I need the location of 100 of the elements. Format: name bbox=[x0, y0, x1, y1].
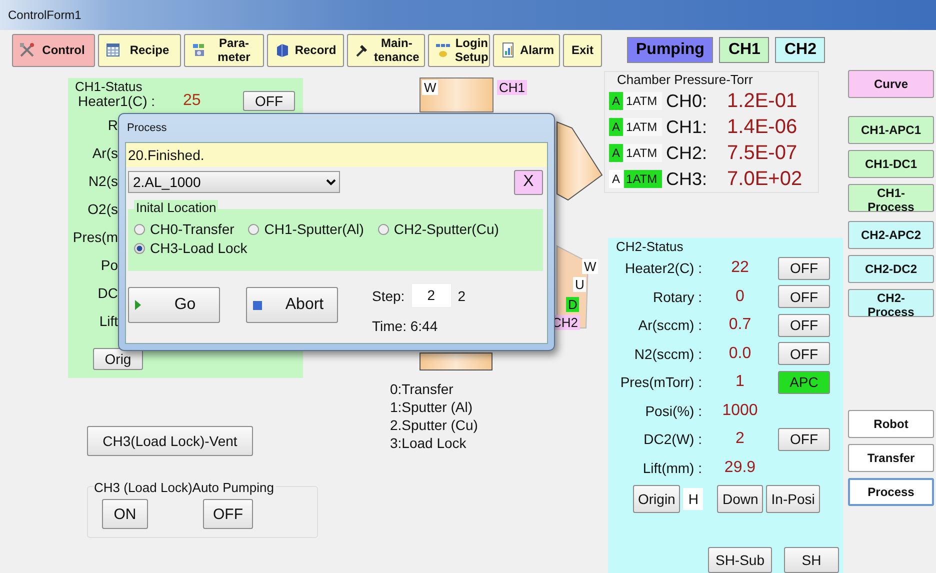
toolbar-tab[interactable]: Main- tenance bbox=[347, 34, 425, 66]
abort-button[interactable]: Abort bbox=[246, 287, 338, 323]
radio-button[interactable] bbox=[378, 224, 389, 234]
field-label: DC bbox=[98, 285, 118, 301]
field-label: R bbox=[108, 117, 118, 133]
toggle-button[interactable]: OFF bbox=[778, 285, 830, 308]
legend-text: 1:Sputter (Al) bbox=[390, 398, 474, 416]
recipe-dropdown[interactable]: 2.AL_1000 bbox=[128, 171, 340, 193]
side-button[interactable]: CH2-Process bbox=[848, 289, 934, 317]
shutter-button[interactable]: SH bbox=[784, 547, 839, 573]
field-label: Pres(mTorr) : bbox=[619, 374, 702, 390]
origin-button[interactable]: Origin bbox=[633, 485, 680, 513]
radio-button[interactable] bbox=[134, 224, 145, 234]
radio-button[interactable] bbox=[248, 224, 260, 234]
legend-text: 0:Transfer bbox=[390, 380, 454, 398]
toolbar-tab[interactable]: Para- meter bbox=[184, 34, 264, 66]
toggle-button[interactable]: OFF bbox=[778, 342, 830, 366]
field-label: Rotary : bbox=[652, 288, 702, 305]
status-indicator: 1ATM bbox=[624, 144, 662, 162]
toggle-button[interactable]: OFF bbox=[778, 428, 830, 451]
toggle-button[interactable]: OFF bbox=[778, 256, 830, 280]
origin-button[interactable]: Orig bbox=[93, 348, 143, 370]
field-label: Heater1(C) : bbox=[78, 93, 156, 109]
position-label: D bbox=[566, 297, 580, 312]
toggle-button[interactable]: OFF bbox=[243, 91, 295, 111]
group-title: Inital Location bbox=[134, 200, 218, 215]
legend-text: 3:Load Lock bbox=[390, 434, 468, 452]
toolbar-tab[interactable]: Record bbox=[267, 34, 344, 66]
toolbar-tab[interactable]: Recipe bbox=[98, 34, 181, 66]
side-button[interactable]: Process bbox=[848, 478, 934, 506]
mode-button[interactable]: Pumping bbox=[627, 37, 714, 63]
side-button[interactable]: CH1-DC1 bbox=[848, 150, 934, 178]
toolbar-tab[interactable]: Login Setup bbox=[428, 34, 490, 66]
status-indicator: A bbox=[609, 170, 624, 188]
radio-option[interactable]: CH2-Sputter(Cu) bbox=[378, 221, 499, 237]
legend-text: 2.Sputter (Cu) bbox=[390, 416, 479, 434]
toggle-button[interactable]: OFF bbox=[778, 314, 830, 337]
toolbar-tab[interactable]: Alarm bbox=[493, 34, 560, 66]
pressure-value: 7.0E+02 bbox=[727, 168, 802, 190]
group-title: Chamber Pressure-Torr bbox=[617, 72, 754, 88]
play-icon bbox=[135, 300, 141, 310]
section-title: CH1-Status bbox=[75, 80, 144, 93]
status-indicator: 1ATM bbox=[624, 170, 662, 188]
step-field[interactable]: 2 bbox=[410, 283, 452, 308]
radio-option[interactable]: CH1-Sputter(Al) bbox=[248, 221, 364, 237]
field-label: Ar(sccm) : bbox=[637, 317, 702, 334]
side-button[interactable]: Transfer bbox=[848, 444, 934, 472]
radio-button[interactable] bbox=[134, 242, 145, 254]
go-button[interactable]: Go bbox=[128, 287, 220, 323]
pressure-value: 1.2E-01 bbox=[727, 90, 798, 112]
field-label: Heater2(C) : bbox=[624, 260, 702, 276]
elapsed-time: Time: 6:44 bbox=[372, 318, 439, 334]
side-button[interactable]: CH2-DC2 bbox=[848, 255, 934, 283]
hammer-icon bbox=[354, 42, 370, 58]
network-icon bbox=[435, 42, 451, 58]
toggle-button[interactable]: APC bbox=[778, 370, 830, 394]
shutter-button[interactable]: SH-Sub bbox=[708, 547, 772, 573]
radio-option[interactable]: CH0-Transfer bbox=[134, 221, 234, 237]
side-button[interactable]: CH1-Process bbox=[848, 184, 934, 212]
status-message: 20.Finished. bbox=[126, 143, 547, 167]
side-button[interactable]: CH1-APC1 bbox=[848, 116, 934, 144]
field-label: Pres(m bbox=[72, 229, 118, 245]
status-indicator: A bbox=[609, 144, 624, 162]
side-button[interactable]: Robot bbox=[848, 410, 934, 438]
gauge-label: CH3: bbox=[666, 168, 708, 190]
down-button[interactable]: Down bbox=[717, 485, 764, 513]
radio-option[interactable]: CH3-Load Lock bbox=[134, 240, 248, 256]
close-button[interactable]: X bbox=[514, 170, 543, 194]
book-icon bbox=[274, 42, 290, 58]
field-value: 0.7 bbox=[728, 316, 752, 334]
chamber-label: W bbox=[422, 80, 438, 95]
field-label: Lift(mm) : bbox=[642, 460, 702, 476]
mode-button[interactable]: CH1 bbox=[719, 37, 770, 63]
in-position-button[interactable]: In-Posi bbox=[766, 485, 820, 513]
status-indicator: 1ATM bbox=[624, 118, 662, 136]
stop-icon bbox=[253, 300, 262, 310]
toggle-button[interactable]: ON bbox=[102, 499, 148, 529]
toggle-button[interactable]: OFF bbox=[203, 499, 253, 529]
side-button[interactable]: CH2-APC2 bbox=[848, 221, 934, 249]
position-label: W bbox=[582, 259, 598, 274]
pressure-value: 7.5E-07 bbox=[727, 142, 798, 164]
field-label: Po bbox=[100, 257, 118, 273]
mode-button[interactable]: CH2 bbox=[775, 37, 826, 63]
field-value: 22 bbox=[730, 259, 750, 278]
gauge-label: CH1: bbox=[666, 116, 708, 138]
toolbar-tab[interactable]: Control bbox=[12, 34, 95, 66]
side-button[interactable]: Curve bbox=[848, 70, 934, 98]
status-indicator: A bbox=[609, 92, 624, 110]
settings-icon bbox=[191, 42, 207, 58]
vent-button[interactable]: CH3(Load Lock)-Vent bbox=[87, 426, 253, 456]
gauge-label: CH0: bbox=[666, 90, 708, 112]
gauge-label: CH2: bbox=[666, 142, 708, 164]
report-icon bbox=[500, 42, 516, 58]
tools-icon bbox=[19, 42, 35, 58]
toolbar-tab[interactable]: Exit bbox=[563, 34, 602, 66]
field-value: 25 bbox=[183, 92, 202, 110]
field-value: 0 bbox=[734, 288, 746, 306]
field-value: 29.9 bbox=[723, 458, 757, 477]
status-indicator: 1ATM bbox=[624, 92, 662, 110]
window-title: ControlForm1 bbox=[8, 8, 82, 22]
